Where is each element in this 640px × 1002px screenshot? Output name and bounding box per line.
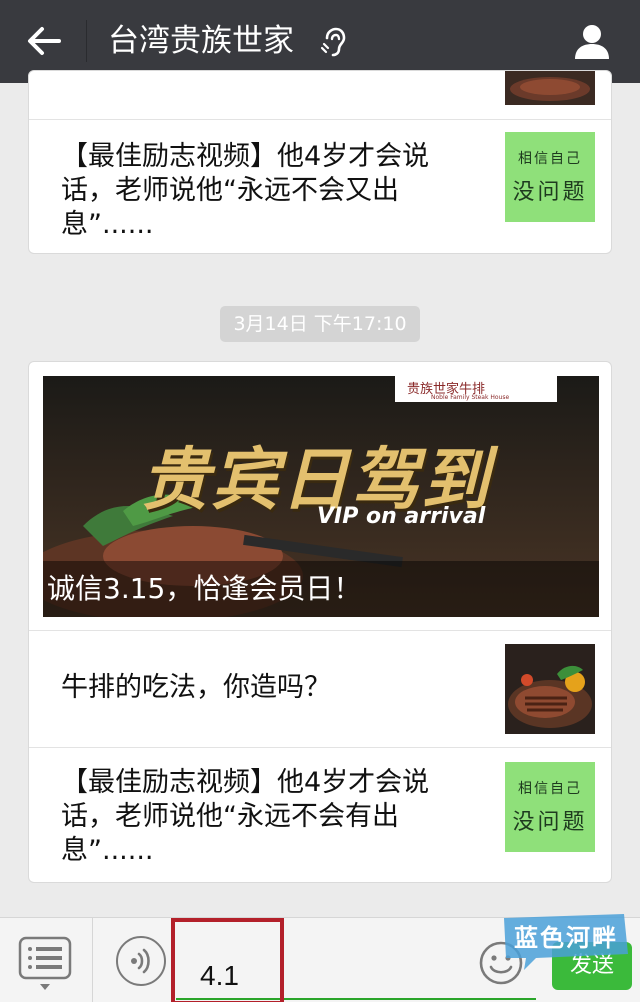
- send-button[interactable]: 发送: [552, 942, 632, 990]
- article-thumbnail: 相信自己 没问题: [505, 762, 595, 852]
- banner-caption: 诚信3.15，恰逢会员日！: [43, 561, 599, 617]
- article-title: 【最佳励志视频】他4岁才会说话，老师说他“永远不会有出息”......: [61, 767, 430, 866]
- arrow-left-icon: [28, 27, 61, 55]
- page-title: 台湾贵族世家: [108, 23, 294, 59]
- user-icon: [575, 25, 609, 59]
- banner-subhead: VIP on arrival: [317, 504, 486, 529]
- article-card-previous: 【最佳励志视频】他4岁才会说话，老师说他“永远不会又出息”...... 相信自己…: [28, 70, 612, 254]
- list-item[interactable]: 【最佳励志视频】他4岁才会说话，老师说他“永远不会有出息”...... 相信自己…: [29, 748, 611, 882]
- input-value: 4.1: [200, 960, 239, 991]
- emoji-button[interactable]: [478, 940, 524, 986]
- voice-wave-icon: [131, 948, 150, 974]
- profile-button[interactable]: [566, 16, 618, 66]
- list-item[interactable]: 【最佳励志视频】他4岁才会说话，老师说他“永远不会又出息”...... 相信自己…: [29, 120, 611, 253]
- voice-input-button[interactable]: [116, 936, 166, 986]
- steak-thumbnail-partial: [505, 71, 595, 105]
- chat-input-bar: 4.1 发送: [0, 917, 640, 1002]
- input-underline: [176, 998, 536, 1000]
- article-thumbnail: 相信自己 没问题: [505, 132, 595, 222]
- bar-divider: [92, 918, 93, 1002]
- back-button[interactable]: [16, 18, 72, 64]
- header-divider: [86, 20, 87, 62]
- smiley-icon: [479, 941, 523, 985]
- menu-list-icon: [18, 936, 72, 990]
- article-card: 贵族世家牛排 Noble Family Steak House 贵宾日驾到 VI…: [28, 361, 612, 883]
- brand-logo-english: Noble Family Steak House: [431, 394, 510, 401]
- featured-article-banner[interactable]: 贵族世家牛排 Noble Family Steak House 贵宾日驾到 VI…: [43, 376, 599, 617]
- menu-toggle-button[interactable]: [18, 936, 72, 990]
- message-timestamp: 3月14日 下午17:10: [220, 306, 420, 342]
- steak-thumbnail: [505, 644, 595, 734]
- list-item[interactable]: 牛排的吃法，你造吗？: [29, 631, 611, 747]
- ear-icon: [320, 27, 346, 57]
- article-title: 牛排的吃法，你造吗？: [61, 672, 331, 703]
- article-title: 【最佳励志视频】他4岁才会说话，老师说他“永远不会又出息”......: [61, 141, 430, 240]
